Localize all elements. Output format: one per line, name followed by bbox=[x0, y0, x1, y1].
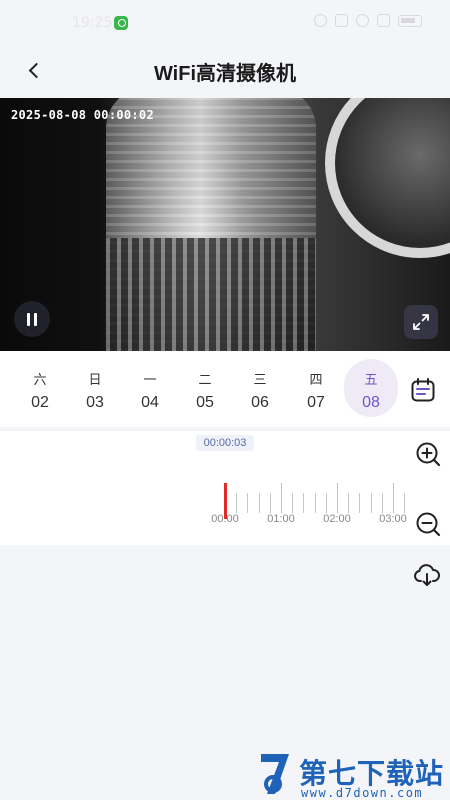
timeline-hour-label: 03:00 bbox=[379, 513, 407, 525]
date-item-04[interactable]: 一 04 bbox=[123, 359, 177, 417]
nfc-icon bbox=[314, 14, 327, 27]
date-item-08[interactable]: 五 08 bbox=[344, 359, 398, 417]
timeline-ruler[interactable]: 00:0001:0002:0003:0004: bbox=[0, 431, 412, 545]
day-number: 07 bbox=[307, 394, 325, 411]
day-number: 08 bbox=[362, 394, 380, 411]
timeline-panel: 00:00:03 00:0001:0002:0003:0004: bbox=[0, 431, 450, 545]
status-bar: 19:25 bbox=[0, 0, 450, 46]
day-number: 06 bbox=[251, 394, 269, 411]
timeline-minor-tick bbox=[404, 493, 406, 513]
timeline-minor-tick bbox=[303, 493, 305, 513]
video-player[interactable]: 2025-08-08 00:00:02 bbox=[0, 98, 450, 351]
video-timestamp: 2025-08-08 00:00:02 bbox=[11, 108, 154, 122]
timeline-minor-tick bbox=[314, 493, 316, 513]
wifi-icon bbox=[356, 14, 369, 27]
zoom-in-button[interactable] bbox=[415, 441, 441, 467]
battery-icon bbox=[398, 14, 422, 27]
timeline-minor-tick bbox=[348, 493, 350, 513]
status-time: 19:25 bbox=[72, 15, 113, 31]
video-frame-water bbox=[106, 238, 316, 351]
watermark-url: www.d7down.com bbox=[301, 786, 424, 800]
date-item-02[interactable]: 六 02 bbox=[13, 359, 67, 417]
cloud-download-icon bbox=[414, 564, 440, 586]
timeline-minor-tick bbox=[325, 493, 327, 513]
timeline-minor-tick bbox=[370, 493, 372, 513]
date-item-03[interactable]: 日 03 bbox=[68, 359, 122, 417]
fullscreen-button[interactable] bbox=[404, 305, 438, 339]
timeline-minor-tick bbox=[247, 493, 249, 513]
timeline-minor-tick bbox=[236, 493, 238, 513]
signal-icon bbox=[377, 14, 390, 27]
weekday-label: 日 bbox=[88, 372, 102, 387]
zoom-in-icon bbox=[416, 442, 441, 467]
app-notification-icon bbox=[114, 16, 128, 30]
sim-icon bbox=[335, 14, 348, 27]
page-title: WiFi高清摄像机 bbox=[153, 63, 297, 85]
date-item-06[interactable]: 三 06 bbox=[233, 359, 287, 417]
expand-icon bbox=[413, 314, 429, 330]
weekday-label: 一 bbox=[143, 372, 157, 387]
timeline-minor-tick bbox=[359, 493, 361, 513]
site-watermark: 第七下载站 www.d7down.com bbox=[255, 750, 445, 800]
weekday-label: 六 bbox=[33, 372, 47, 387]
timeline-major-tick bbox=[337, 483, 338, 513]
timeline-playhead[interactable] bbox=[224, 483, 227, 519]
timeline-major-tick bbox=[393, 483, 394, 513]
day-number: 05 bbox=[196, 394, 214, 411]
pause-icon-bar bbox=[34, 312, 37, 326]
day-number: 02 bbox=[31, 394, 49, 411]
download-button[interactable] bbox=[414, 562, 440, 588]
timeline-minor-tick bbox=[269, 493, 271, 513]
weekday-label: 四 bbox=[309, 372, 323, 387]
weekday-label: 三 bbox=[253, 372, 267, 387]
timeline-major-tick bbox=[281, 483, 282, 513]
header: WiFi高清摄像机 bbox=[0, 46, 450, 96]
timeline-minor-tick bbox=[292, 493, 294, 513]
pause-button[interactable] bbox=[14, 301, 50, 337]
timeline-minor-tick bbox=[258, 493, 260, 513]
date-item-05[interactable]: 二 05 bbox=[178, 359, 232, 417]
weekday-label: 五 bbox=[364, 372, 378, 387]
weekday-label: 二 bbox=[198, 372, 212, 387]
video-frame-mirror bbox=[325, 98, 450, 258]
day-number: 03 bbox=[86, 394, 104, 411]
timeline-minor-tick bbox=[381, 493, 383, 513]
zoom-out-button[interactable] bbox=[415, 511, 441, 537]
date-selector: 六 02 日 03 一 04 二 05 三 06 四 07 五 08 bbox=[0, 351, 450, 427]
zoom-out-icon bbox=[416, 512, 441, 537]
calendar-button[interactable] bbox=[410, 377, 436, 403]
date-item-07[interactable]: 四 07 bbox=[289, 359, 343, 417]
watermark-logo-icon bbox=[261, 754, 289, 794]
status-icons bbox=[314, 14, 422, 27]
timeline-hour-label: 01:00 bbox=[267, 513, 295, 525]
timeline-hour-label: 02:00 bbox=[323, 513, 351, 525]
calendar-icon bbox=[411, 378, 435, 402]
pause-icon bbox=[27, 312, 30, 326]
day-number: 04 bbox=[141, 394, 159, 411]
